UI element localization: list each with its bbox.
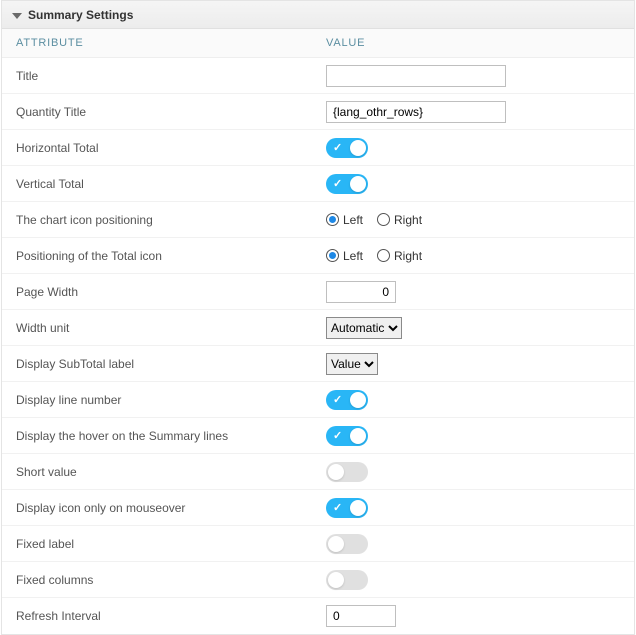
radio-label-chart-right: Right xyxy=(394,213,422,227)
toggle-short-value[interactable] xyxy=(326,462,368,482)
radio-total-right[interactable] xyxy=(377,249,390,262)
column-header-value: VALUE xyxy=(320,37,634,49)
row-fixed-label: Fixed label xyxy=(2,526,634,562)
toggle-display-hover[interactable]: ✓ xyxy=(326,426,368,446)
row-short-value: Short value xyxy=(2,454,634,490)
label-short-value: Short value xyxy=(2,465,320,479)
collapse-icon xyxy=(12,13,22,19)
input-page-width[interactable] xyxy=(326,281,396,303)
row-icon-mouseover: Display icon only on mouseover ✓ xyxy=(2,490,634,526)
input-title[interactable] xyxy=(326,65,506,87)
radio-group-total-icon-pos: Left Right xyxy=(326,249,432,263)
label-page-width: Page Width xyxy=(2,285,320,299)
radio-group-chart-icon-pos: Left Right xyxy=(326,213,432,227)
label-fixed-columns: Fixed columns xyxy=(2,573,320,587)
row-width-unit: Width unit Automatic xyxy=(2,310,634,346)
row-refresh-interval: Refresh Interval xyxy=(2,598,634,634)
label-vertical-total: Vertical Total xyxy=(2,177,320,191)
row-display-hover: Display the hover on the Summary lines ✓ xyxy=(2,418,634,454)
label-display-hover: Display the hover on the Summary lines xyxy=(2,429,320,443)
label-refresh-interval: Refresh Interval xyxy=(2,609,320,623)
toggle-fixed-label[interactable] xyxy=(326,534,368,554)
label-width-unit: Width unit xyxy=(2,321,320,335)
label-chart-icon-pos: The chart icon positioning xyxy=(2,213,320,227)
input-quantity-title[interactable] xyxy=(326,101,506,123)
column-header-attribute: ATTRIBUTE xyxy=(2,37,320,49)
label-total-icon-pos: Positioning of the Total icon xyxy=(2,249,320,263)
radio-label-chart-left: Left xyxy=(343,213,363,227)
row-chart-icon-pos: The chart icon positioning Left Right xyxy=(2,202,634,238)
label-horizontal-total: Horizontal Total xyxy=(2,141,320,155)
column-headers: ATTRIBUTE VALUE xyxy=(2,29,634,58)
row-display-line-number: Display line number ✓ xyxy=(2,382,634,418)
radio-label-total-left: Left xyxy=(343,249,363,263)
label-fixed-label: Fixed label xyxy=(2,537,320,551)
label-display-subtotal: Display SubTotal label xyxy=(2,357,320,371)
row-vertical-total: Vertical Total ✓ xyxy=(2,166,634,202)
panel-title: Summary Settings xyxy=(28,8,133,22)
label-icon-mouseover: Display icon only on mouseover xyxy=(2,501,320,515)
row-total-icon-pos: Positioning of the Total icon Left Right xyxy=(2,238,634,274)
toggle-vertical-total[interactable]: ✓ xyxy=(326,174,368,194)
input-refresh-interval[interactable] xyxy=(326,605,396,627)
row-title: Title xyxy=(2,58,634,94)
radio-chart-left[interactable] xyxy=(326,213,339,226)
toggle-display-line-number[interactable]: ✓ xyxy=(326,390,368,410)
select-width-unit[interactable]: Automatic xyxy=(326,317,402,339)
row-page-width: Page Width xyxy=(2,274,634,310)
radio-chart-right[interactable] xyxy=(377,213,390,226)
toggle-icon-mouseover[interactable]: ✓ xyxy=(326,498,368,518)
row-horizontal-total: Horizontal Total ✓ xyxy=(2,130,634,166)
panel-header[interactable]: Summary Settings xyxy=(2,1,634,29)
radio-total-left[interactable] xyxy=(326,249,339,262)
label-display-line-number: Display line number xyxy=(2,393,320,407)
toggle-horizontal-total[interactable]: ✓ xyxy=(326,138,368,158)
select-display-subtotal[interactable]: Value xyxy=(326,353,378,375)
row-quantity-title: Quantity Title xyxy=(2,94,634,130)
toggle-fixed-columns[interactable] xyxy=(326,570,368,590)
label-title: Title xyxy=(2,69,320,83)
row-display-subtotal: Display SubTotal label Value xyxy=(2,346,634,382)
summary-settings-panel: Summary Settings ATTRIBUTE VALUE Title Q… xyxy=(1,0,635,635)
row-fixed-columns: Fixed columns xyxy=(2,562,634,598)
label-quantity-title: Quantity Title xyxy=(2,105,320,119)
radio-label-total-right: Right xyxy=(394,249,422,263)
